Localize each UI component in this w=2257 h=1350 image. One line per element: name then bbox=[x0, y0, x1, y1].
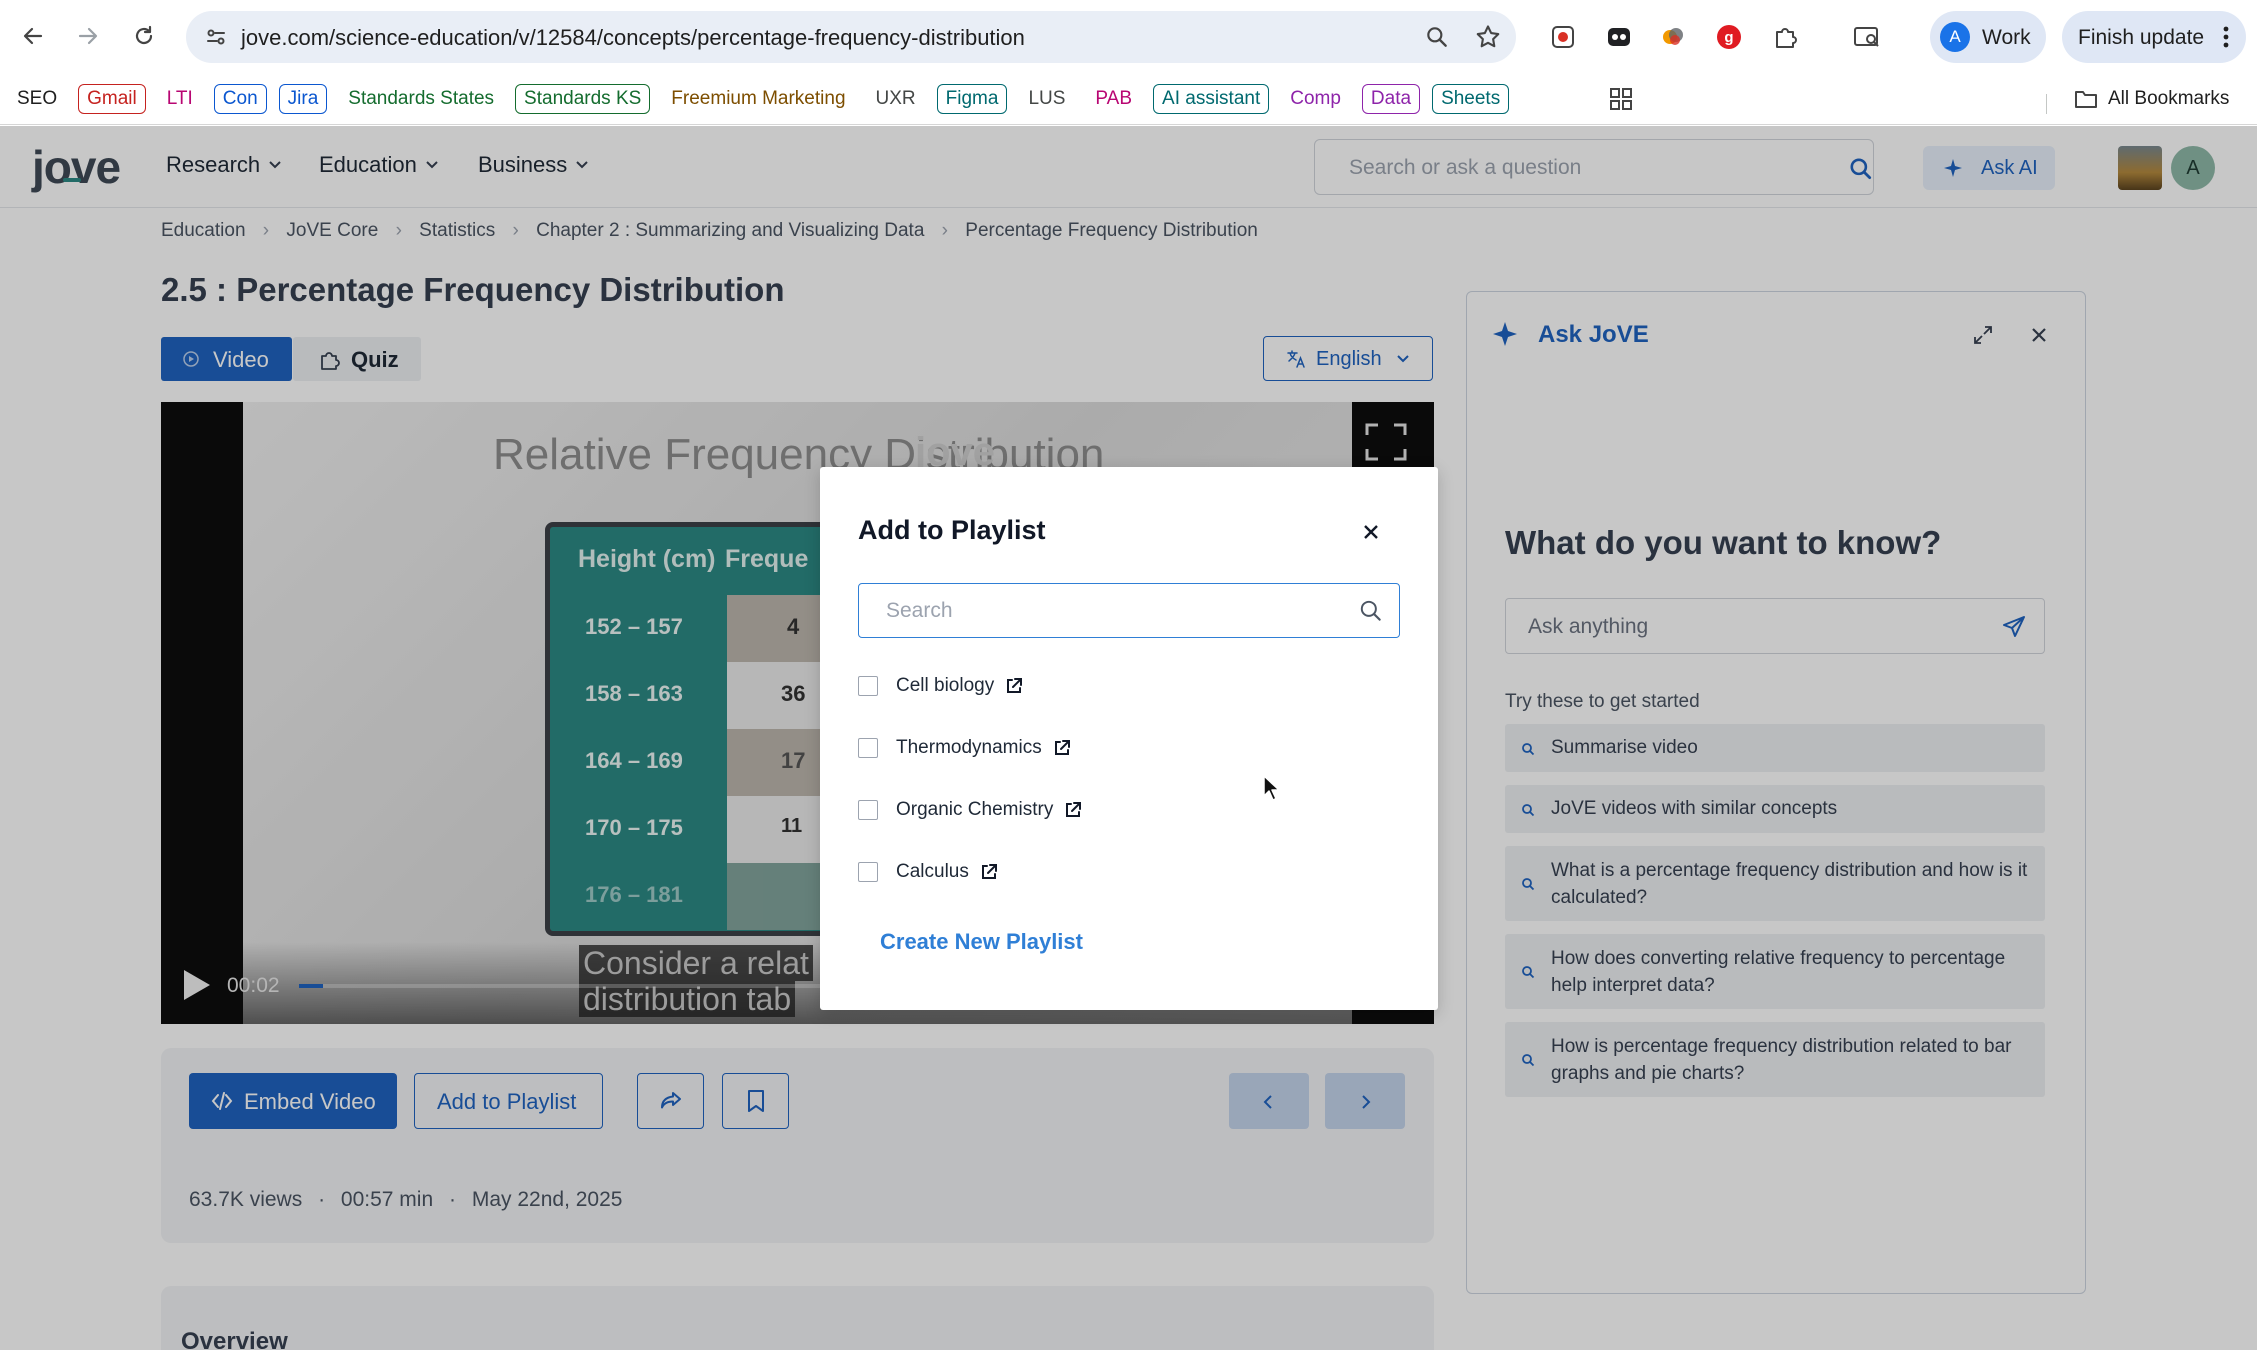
playlist-label: Organic Chemistry bbox=[896, 799, 1054, 820]
finish-update-label: Finish update bbox=[2078, 26, 2205, 49]
url-text: jove.com/science-education/v/12584/conce… bbox=[241, 25, 1025, 50]
search-icon[interactable] bbox=[1358, 598, 1384, 624]
bookmark-con[interactable]: Con bbox=[213, 84, 267, 114]
close-icon[interactable] bbox=[1362, 523, 1380, 541]
site-settings-icon[interactable] bbox=[204, 25, 228, 49]
folder-icon bbox=[2075, 91, 2097, 108]
grammarly-icon[interactable]: g bbox=[1713, 21, 1745, 53]
forward-button[interactable] bbox=[68, 16, 108, 56]
bookmarks-bar: SEO Gmail LTI Con Jira Standards States Standa… bbox=[0, 74, 2257, 125]
bookmark-gmail[interactable]: Gmail bbox=[78, 84, 146, 114]
bookmark-jira[interactable]: Jira bbox=[278, 84, 328, 114]
profile-name: Work bbox=[1982, 26, 2031, 49]
reload-button[interactable] bbox=[124, 16, 164, 56]
bookmark-ai-assistant[interactable]: AI assistant bbox=[1153, 84, 1270, 114]
playlist-search-placeholder: Search bbox=[886, 599, 953, 622]
playlist-search-input[interactable]: Search bbox=[858, 583, 1400, 638]
bookmark-comp[interactable]: Comp bbox=[1281, 84, 1350, 114]
bookmark-pab[interactable]: PAB bbox=[1086, 84, 1141, 114]
zoom-icon[interactable] bbox=[1424, 24, 1450, 50]
external-link-icon[interactable] bbox=[979, 862, 999, 882]
color-extension-icon[interactable] bbox=[1657, 21, 1689, 53]
playlist-item-organic-chemistry[interactable]: Organic Chemistry bbox=[858, 795, 1083, 825]
create-new-playlist-link[interactable]: Create New Playlist bbox=[880, 929, 1083, 955]
all-bookmarks-button[interactable]: All Bookmarks bbox=[2074, 84, 2229, 114]
profile-button[interactable]: A Work bbox=[1930, 11, 2046, 63]
browser-chrome: jove.com/science-education/v/12584/conce… bbox=[0, 0, 2257, 125]
playlist-item-cell-biology[interactable]: Cell biology bbox=[858, 671, 1024, 701]
bookmark-lti[interactable]: LTI bbox=[158, 84, 202, 114]
address-bar[interactable]: jove.com/science-education/v/12584/conce… bbox=[186, 11, 1516, 63]
all-bookmarks-label: All Bookmarks bbox=[2108, 88, 2230, 109]
finish-update-button[interactable]: Finish update bbox=[2062, 11, 2246, 63]
mouse-cursor-icon bbox=[1263, 775, 1280, 801]
browser-toolbar: jove.com/science-education/v/12584/conce… bbox=[0, 0, 2257, 74]
bookmark-seo[interactable]: SEO bbox=[8, 84, 66, 114]
playlist-label: Cell biology bbox=[896, 675, 995, 696]
playlist-checkbox[interactable] bbox=[858, 738, 878, 758]
modal-title: Add to Playlist bbox=[858, 515, 1046, 545]
extension-icon[interactable] bbox=[1603, 21, 1635, 53]
bookmark-star-icon[interactable] bbox=[1474, 23, 1502, 51]
external-link-icon[interactable] bbox=[1004, 676, 1024, 696]
external-link-icon[interactable] bbox=[1063, 800, 1083, 820]
playlist-checkbox[interactable] bbox=[858, 862, 878, 882]
profile-avatar: A bbox=[1940, 22, 1970, 52]
playlist-label: Calculus bbox=[896, 861, 969, 882]
playlist-label: Thermodynamics bbox=[896, 737, 1042, 758]
reload-icon bbox=[135, 25, 153, 45]
bookmark-lus[interactable]: LUS bbox=[1019, 84, 1074, 114]
bookmark-uxr[interactable]: UXR bbox=[867, 84, 925, 114]
bookmark-figma[interactable]: Figma bbox=[936, 84, 1008, 114]
playlist-item-calculus[interactable]: Calculus bbox=[858, 857, 999, 887]
arrow-left-icon bbox=[23, 27, 43, 45]
svg-text:g: g bbox=[1724, 29, 1733, 46]
screenshot-extension-icon[interactable] bbox=[1547, 21, 1579, 53]
bookmark-standards-states[interactable]: Standards States bbox=[339, 84, 503, 114]
playlist-checkbox[interactable] bbox=[858, 676, 878, 696]
bookmark-data[interactable]: Data bbox=[1361, 84, 1421, 114]
bookmarks-divider bbox=[2046, 94, 2047, 114]
add-to-playlist-modal: Add to Playlist Search Cell biology Ther… bbox=[820, 467, 1438, 1010]
puzzle-extensions-icon[interactable] bbox=[1769, 21, 1801, 53]
bookmark-sheets[interactable]: Sheets bbox=[1432, 84, 1510, 114]
more-vertical-icon bbox=[2223, 26, 2229, 48]
bookmark-standards-ks[interactable]: Standards KS bbox=[515, 84, 651, 114]
apps-grid-icon[interactable] bbox=[1608, 86, 1634, 112]
external-link-icon[interactable] bbox=[1052, 738, 1072, 758]
playlist-item-thermodynamics[interactable]: Thermodynamics bbox=[858, 733, 1072, 763]
tab-search-icon[interactable] bbox=[1851, 21, 1883, 53]
back-button[interactable] bbox=[13, 16, 53, 56]
playlist-checkbox[interactable] bbox=[858, 800, 878, 820]
arrow-right-icon bbox=[78, 27, 98, 45]
bookmark-freemium-marketing[interactable]: Freemium Marketing bbox=[662, 84, 854, 114]
